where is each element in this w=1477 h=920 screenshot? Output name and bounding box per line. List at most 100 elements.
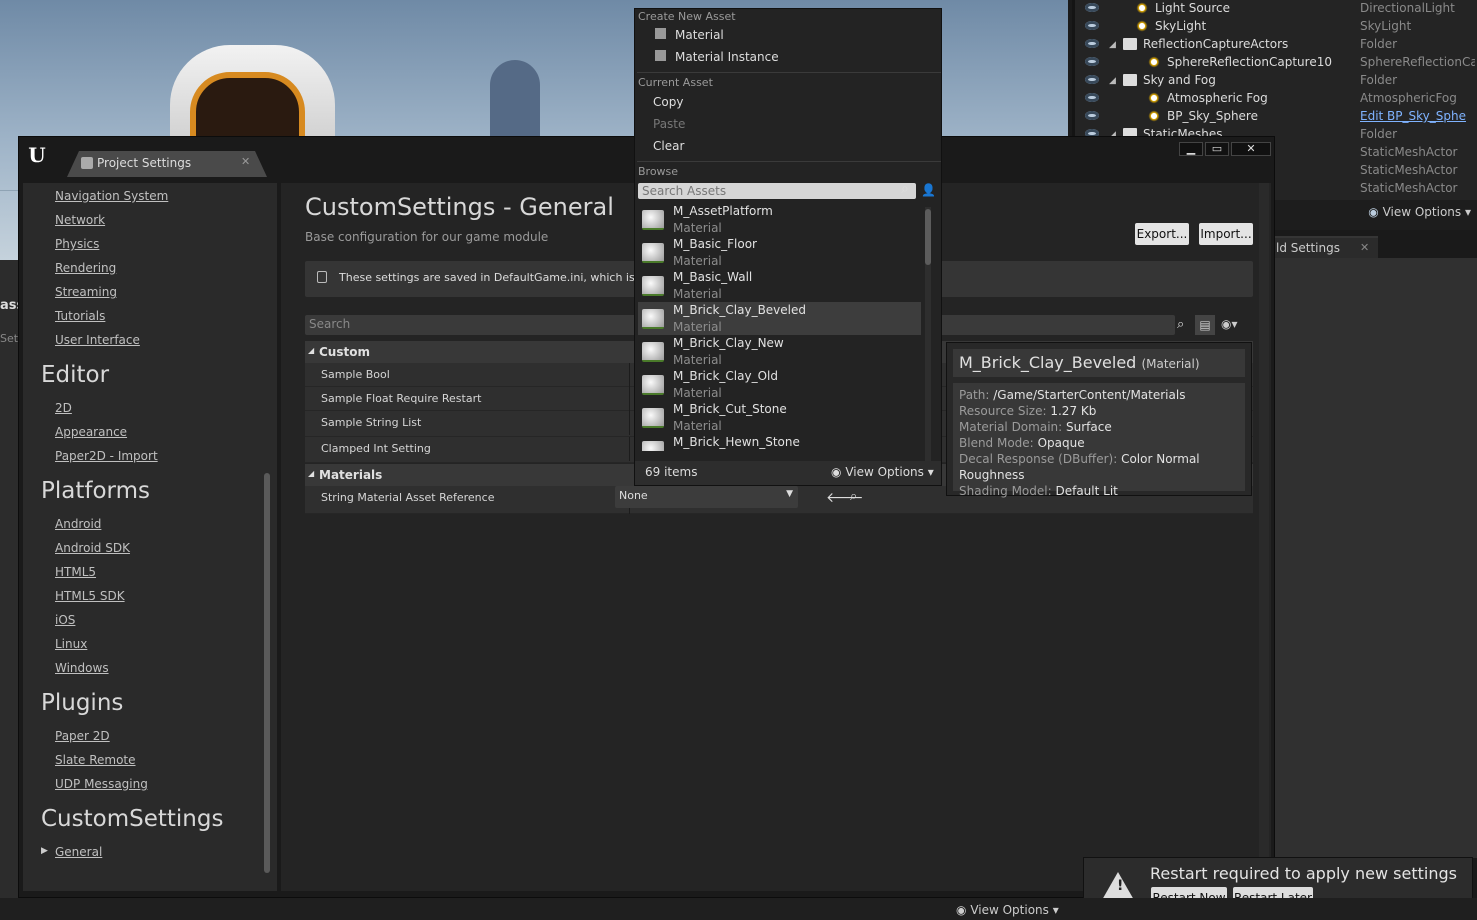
visibility-eye-icon[interactable] (1085, 93, 1099, 102)
expand-arrow-icon[interactable]: ◢ (1109, 36, 1116, 54)
asset-name: M_Brick_Clay_Old (673, 369, 778, 383)
maximize-button[interactable]: ▭ (1205, 142, 1229, 156)
sidebar-item[interactable]: HTML5 (55, 565, 96, 579)
outliner-view-options-button[interactable]: ◉ View Options ▾ (1368, 205, 1471, 219)
collapse-arrow-icon: ◢ (308, 469, 315, 478)
outliner-item-label: Atmospheric Fog (1167, 91, 1268, 105)
create-material-instance-item[interactable]: Material Instance (675, 50, 779, 64)
asset-list-item[interactable]: M_Brick_Hewn_StoneMaterial (638, 434, 921, 451)
create-material-item[interactable]: Material (675, 28, 724, 42)
status-view-options-button[interactable]: ◉ View Options ▾ (956, 903, 1059, 917)
sidebar-item[interactable]: Paper2D - Import (55, 449, 158, 463)
visibility-eye-icon[interactable] (1085, 21, 1099, 30)
sidebar-item[interactable]: Network (55, 213, 105, 227)
menu-section-current: Current Asset (638, 76, 713, 89)
material-icon (655, 28, 666, 39)
selected-arrow-icon: ▶ (41, 846, 48, 856)
asset-list-item[interactable]: M_Brick_Clay_Beveled Material (638, 302, 921, 335)
close-window-button[interactable]: ✕ (1231, 142, 1271, 156)
outliner-row[interactable]: Light Source DirectionalLight (1075, 0, 1477, 17)
import-button[interactable]: Import... (1199, 223, 1253, 245)
asset-type: Material (673, 221, 722, 235)
sidebar-item[interactable]: Android (55, 517, 101, 531)
sidebar-item[interactable]: Rendering (55, 261, 116, 275)
asset-list-item[interactable]: M_Basic_Wall Material (638, 269, 921, 302)
asset-list-item[interactable]: M_Brick_Clay_Old Material (638, 368, 921, 401)
close-icon[interactable]: ✕ (1360, 241, 1369, 254)
outliner-row[interactable]: Atmospheric Fog AtmosphericFog (1075, 89, 1477, 107)
sidebar-item[interactable]: Tutorials (55, 309, 105, 323)
lock-icon (317, 271, 327, 283)
folder-icon (1123, 74, 1137, 86)
sidebar-item[interactable]: User Interface (55, 333, 140, 347)
asset-search-input[interactable]: Search Assets (638, 183, 916, 199)
sidebar-item[interactable]: Streaming (55, 285, 117, 299)
visibility-eye-icon[interactable] (1085, 75, 1099, 84)
browse-search-icon[interactable]: ⌕ (850, 489, 857, 504)
outliner-item-label: SkyLight (1155, 19, 1207, 33)
asset-list-item[interactable]: M_Brick_Clay_New Material (638, 335, 921, 368)
user-icon[interactable]: 👤 (921, 183, 936, 197)
sidebar-item[interactable]: Physics (55, 237, 99, 251)
visibility-eye-icon[interactable] (1085, 39, 1099, 48)
sidebar-item[interactable]: Slate Remote (55, 753, 136, 767)
outliner-item-type: DirectionalLight (1360, 1, 1455, 15)
outliner-row[interactable]: SkyLight SkyLight (1075, 17, 1477, 35)
sidebar-item[interactable]: Appearance (55, 425, 127, 439)
visibility-eye-icon[interactable] (1085, 57, 1099, 66)
expand-arrow-icon[interactable]: ◢ (1109, 72, 1116, 90)
paste-item[interactable]: Paste (653, 117, 685, 131)
sidebar-item[interactable]: Linux (55, 637, 87, 651)
asset-list-item[interactable]: M_AssetPlatform Material (638, 203, 921, 236)
tooltip-field: Path: /Game/StarterContent/Materials (959, 387, 1239, 403)
material-asset-combo[interactable]: None ▼ (615, 486, 798, 508)
sidebar-item[interactable]: iOS (55, 613, 75, 627)
eye-icon[interactable]: ◉▾ (1221, 317, 1238, 331)
asset-type: Material (673, 386, 722, 400)
sidebar-item-general[interactable]: General (55, 845, 102, 859)
scrollbar-thumb[interactable] (925, 209, 931, 265)
outliner-item-type[interactable]: Edit BP_Sky_Sphe (1360, 107, 1475, 125)
asset-list-item[interactable]: M_Brick_Cut_Stone Material (638, 401, 921, 434)
sidebar-item[interactable]: 2D (55, 401, 72, 415)
sidebar-scrollbar[interactable] (264, 473, 270, 873)
asset-tooltip: M_Brick_Clay_Beveled (Material) Path: /G… (946, 342, 1252, 498)
close-icon[interactable]: ✕ (241, 155, 250, 168)
clear-item[interactable]: Clear (653, 139, 684, 153)
asset-type: Material (673, 254, 722, 268)
outliner-item-label: BP_Sky_Sphere (1167, 109, 1258, 123)
material-thumbnail-icon (642, 375, 664, 395)
sidebar-item[interactable]: Navigation System (55, 189, 168, 203)
sidebar-item[interactable]: Android SDK (55, 541, 130, 555)
use-selected-arrow-icon[interactable]: 🡐 (826, 489, 864, 506)
view-options-button[interactable]: ◉ View Options ▾ (831, 465, 934, 479)
outliner-row[interactable]: SphereReflectionCapture10 SphereReflectio… (1075, 53, 1477, 71)
tooltip-field-value: /Game/StarterContent/Materials (993, 388, 1186, 402)
outliner-row[interactable]: ◢ Sky and Fog Folder (1075, 71, 1477, 89)
sidebar-item[interactable]: UDP Messaging (55, 777, 148, 791)
asset-name: M_Brick_Hewn_Stone (673, 435, 800, 449)
outliner-item-type: SkyLight (1360, 19, 1412, 33)
asset-list-item[interactable]: M_Basic_Floor Material (638, 236, 921, 269)
outliner-item-label: Sky and Fog (1143, 73, 1216, 87)
sidebar-item[interactable]: HTML5 SDK (55, 589, 125, 603)
minimize-button[interactable]: ▁ (1179, 142, 1203, 156)
section-heading-platforms: Platforms (41, 478, 150, 504)
material-thumbnail-icon (642, 441, 664, 451)
sidebar-item[interactable]: Windows (55, 661, 109, 675)
outliner-row[interactable]: BP_Sky_Sphere Edit BP_Sky_Sphe (1075, 107, 1477, 125)
asset-name: M_AssetPlatform (673, 204, 773, 218)
outliner-row[interactable]: ◢ ReflectionCaptureActors Folder (1075, 35, 1477, 53)
settings-icon (81, 157, 93, 169)
content-scrollbar[interactable] (1259, 183, 1269, 891)
directional-light-icon (1135, 2, 1149, 14)
asset-name: M_Basic_Wall (673, 270, 753, 284)
export-button[interactable]: Export... (1135, 223, 1189, 245)
sidebar-item[interactable]: Paper 2D (55, 729, 110, 743)
copy-item[interactable]: Copy (653, 95, 683, 109)
tab-project-settings[interactable]: Project Settings (67, 151, 267, 177)
visibility-eye-icon[interactable] (1085, 111, 1099, 120)
list-view-icon[interactable]: ▤ (1195, 315, 1215, 335)
visibility-eye-icon[interactable] (1085, 3, 1099, 12)
tab-world-settings[interactable]: ld Settings ✕ (1272, 236, 1378, 258)
